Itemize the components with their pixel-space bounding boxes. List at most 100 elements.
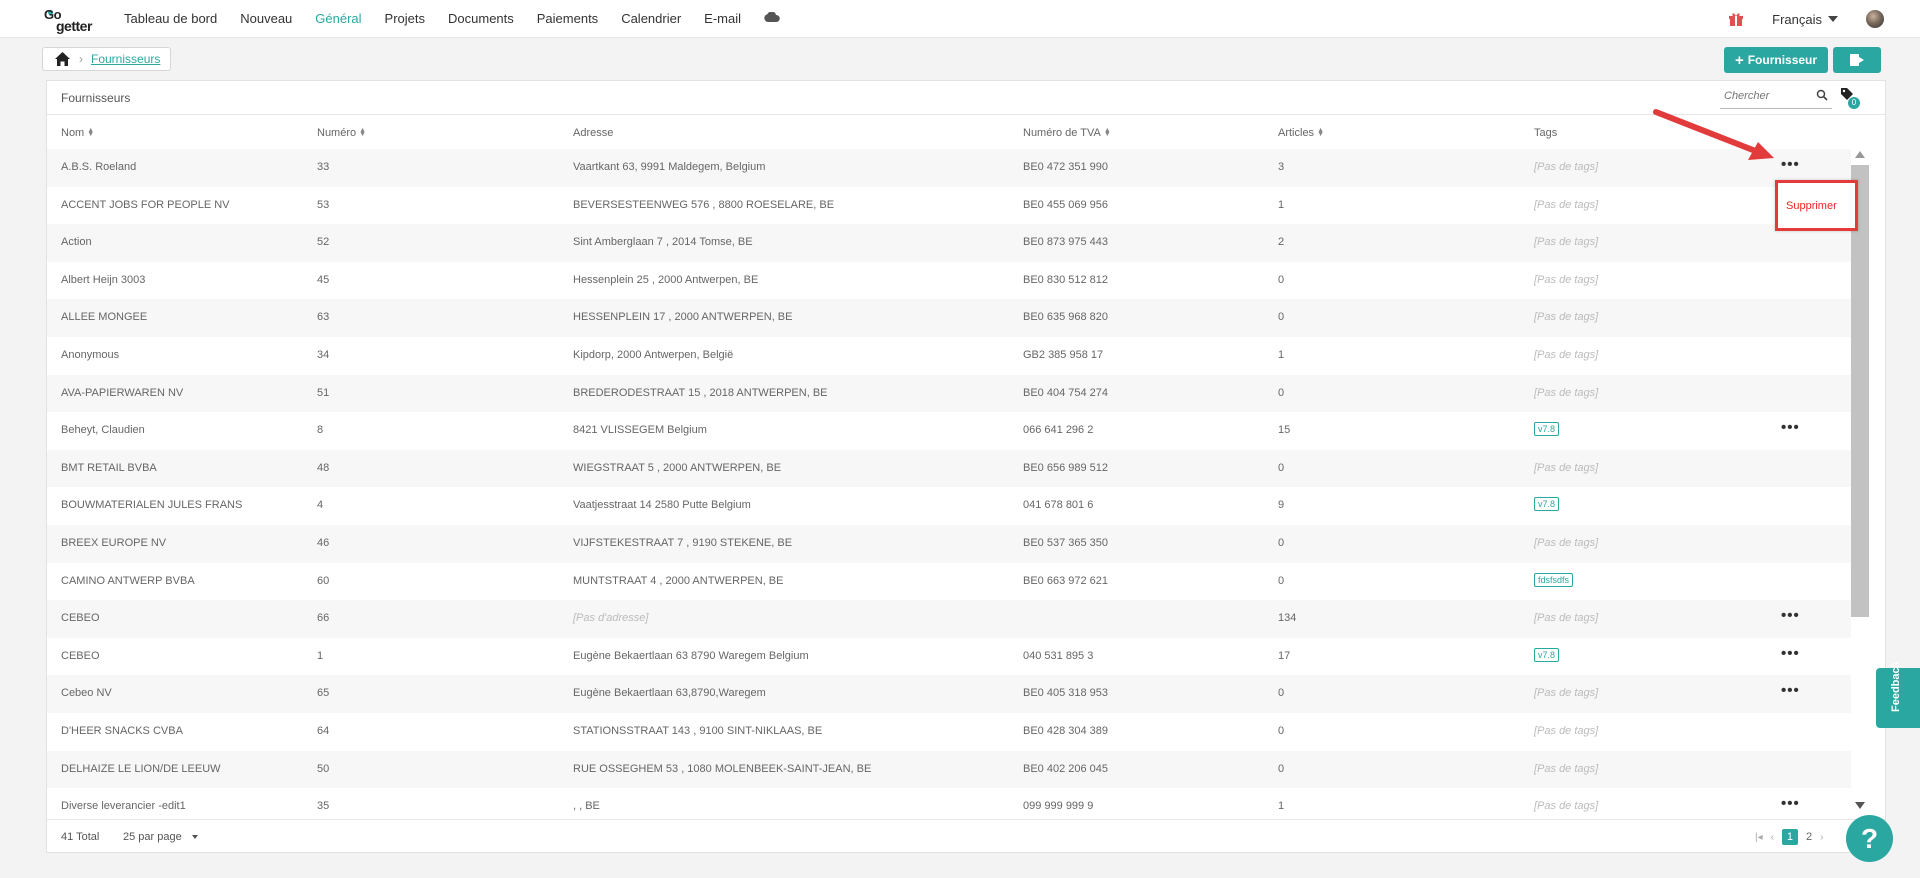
tag-filter[interactable]: 0	[1840, 87, 1860, 109]
cell-nom: Cebeo NV	[61, 687, 112, 700]
tag-badge[interactable]: v7.8	[1534, 497, 1560, 512]
delete-menu-item[interactable]: Supprimer	[1786, 200, 1837, 212]
home-icon[interactable]	[55, 52, 70, 66]
table-row[interactable]: ALLEE MONGEE 63 HESSENPLEIN 17 , 2000 ANTW…	[47, 299, 1851, 337]
nav-dashboard[interactable]: Tableau de bord	[124, 0, 217, 38]
cell-articles: 0	[1278, 386, 1285, 399]
cell-tags: [Pas de tags]	[1534, 612, 1599, 625]
scroll-thumb[interactable]	[1851, 165, 1869, 617]
cell-nom: Albert Heijn 3003	[61, 273, 146, 286]
cell-nom: ALLEE MONGEE	[61, 311, 148, 324]
scroll-up-icon[interactable]	[1855, 151, 1865, 158]
cloud-icon[interactable]	[764, 11, 780, 22]
cell-adresse: VIJFSTEKESTRAAT 7 , 9190 STEKENE, BE	[573, 537, 793, 549]
cell-nom: Anonymous	[61, 349, 120, 361]
cell-tva: 099 999 999 9	[1023, 800, 1094, 813]
search-icon[interactable]	[1816, 89, 1828, 101]
export-button[interactable]	[1833, 47, 1881, 73]
column-label: Articles	[1278, 127, 1315, 139]
total-count: 41 Total	[61, 831, 100, 843]
nav-new[interactable]: Nouveau	[240, 0, 292, 38]
gogetter-logo[interactable]: Go getter	[44, 6, 102, 34]
cell-tva: 040 531 895 3	[1023, 649, 1094, 662]
cell-numero: 46	[317, 537, 330, 549]
cell-articles: 0	[1278, 687, 1285, 700]
table-row[interactable]: CEBEO 66 [Pas d'adresse] 134 [Pas de tags] ••…	[47, 600, 1851, 638]
column-nom[interactable]: Nom ▲ ▼	[61, 127, 94, 139]
first-page-icon[interactable]: |◂	[1755, 832, 1763, 843]
tag-badge[interactable]: v7.8	[1534, 422, 1560, 437]
sort-icon: ▲ ▼	[1103, 127, 1111, 139]
more-options-icon[interactable]: •••	[1781, 420, 1800, 435]
table-row[interactable]: A.B.S. Roeland 33 Vaartkant 63, 9991 Malde…	[47, 149, 1851, 187]
table-row[interactable]: Cebeo NV 65 Eugène Bekaertlaan 63,8790,War…	[47, 675, 1851, 713]
cell-numero: 52	[317, 236, 330, 249]
prev-page-icon[interactable]: ‹	[1771, 832, 1774, 843]
nav-projects[interactable]: Projets	[385, 0, 425, 38]
more-options-icon[interactable]: •••	[1781, 646, 1800, 661]
tag-badge[interactable]: fdsfsdfs	[1534, 572, 1574, 587]
nav-calendar[interactable]: Calendrier	[621, 0, 681, 38]
scroll-down-icon[interactable]	[1855, 802, 1865, 809]
table-row[interactable]: Beheyt, Claudien 8 8421 VLISSEGEM Belgium 0…	[47, 412, 1851, 450]
table-row[interactable]: Albert Heijn 3003 45 Hessenplein 25 , 2000…	[47, 262, 1851, 300]
cell-nom: ACCENT JOBS FOR PEOPLE NV	[61, 198, 230, 211]
table-row[interactable]: Diverse leverancier -edit1 35 , , BE 099 99…	[47, 788, 1851, 817]
table-row[interactable]: ACCENT JOBS FOR PEOPLE NV 53 BEVERSESTEENW…	[47, 187, 1851, 225]
table-row[interactable]: BOUWMATERIALEN JULES FRANS 4 Vaatjesstraat…	[47, 487, 1851, 525]
table-row[interactable]: BREEX EUROPE NV 46 VIJFSTEKESTRAAT 7 , 919…	[47, 525, 1851, 563]
suppliers-panel: Fournisseurs 0 Nom▲▼ Numéro▲▼ Adresse Nu…	[46, 80, 1886, 853]
nav-email[interactable]: E-mail	[704, 0, 741, 38]
cell-tva: BE0 428 304 389	[1023, 725, 1109, 737]
cell-nom: CEBEO	[61, 649, 100, 662]
tag-count-badge: 0	[1848, 97, 1860, 109]
add-supplier-button[interactable]: + Fournisseur	[1724, 47, 1828, 73]
per-page-select[interactable]: 25 par page	[123, 831, 198, 843]
cell-tags: [Pas de tags]	[1534, 349, 1599, 361]
column-label: Numéro	[317, 127, 357, 139]
table-row[interactable]: D'HEER SNACKS CVBA 64 STATIONSSTRAAT 143 ,…	[47, 713, 1851, 751]
next-page-icon[interactable]: ›	[1820, 832, 1823, 843]
table-row[interactable]: BMT RETAIL BVBA 48 WIEGSTRAAT 5 , 2000 ANT…	[47, 449, 1851, 488]
page-2[interactable]: 2	[1806, 831, 1812, 843]
cell-tags: [Pas de tags]	[1534, 461, 1599, 474]
cell-nom: CEBEO	[61, 612, 100, 625]
feedback-tab[interactable]: Feedback	[1876, 661, 1920, 728]
vertical-scrollbar[interactable]	[1851, 149, 1869, 817]
more-options-icon[interactable]: •••	[1781, 608, 1800, 623]
cell-articles: 1	[1278, 198, 1285, 211]
breadcrumb-fournisseurs[interactable]: Fournisseurs	[91, 52, 160, 66]
cell-articles: 0	[1278, 574, 1285, 587]
more-options-icon[interactable]: •••	[1781, 683, 1800, 698]
column-numero[interactable]: Numéro ▲ ▼	[317, 127, 366, 139]
table-row[interactable]: AVA-PAPIERWAREN NV 51 BREDERODESTRAAT 15 ,…	[47, 374, 1851, 413]
nav-general[interactable]: Général	[315, 0, 361, 38]
avatar[interactable]	[1866, 10, 1884, 28]
more-options-icon[interactable]: •••	[1781, 796, 1800, 811]
page-1[interactable]: 1	[1781, 829, 1798, 845]
tag-badge[interactable]: v7.8	[1534, 647, 1560, 662]
nav-payments[interactable]: Paiements	[537, 0, 598, 38]
cell-nom: BMT RETAIL BVBA	[61, 461, 157, 474]
column-tva[interactable]: Numéro de TVA ▲ ▼	[1023, 127, 1111, 139]
help-button[interactable]: ?	[1846, 815, 1893, 862]
cell-adresse: MUNTSTRAAT 4 , 2000 ANTWERPEN, BE	[573, 574, 784, 587]
table-row[interactable]: Action 52 Sint Amberglaan 7 , 2014 Tomse, …	[47, 224, 1851, 262]
cell-tags: [Pas de tags]	[1534, 273, 1599, 286]
cell-articles: 0	[1278, 311, 1285, 324]
table-row[interactable]: CEBEO 1 Eugène Bekaertlaan 63 8790 Waregem…	[47, 638, 1851, 676]
nav-documents[interactable]: Documents	[448, 0, 514, 38]
cell-tags: [Pas de tags]	[1534, 800, 1599, 813]
gift-icon[interactable]	[1728, 12, 1744, 26]
cell-tva: BE0 663 972 621	[1023, 574, 1109, 587]
table-header: Nom ▲ ▼ Numéro ▲ ▼ Adresse Numéro de TVA ▲ ▼ A…	[47, 115, 1851, 149]
cell-numero: 65	[317, 687, 330, 700]
table-row[interactable]: CAMINO ANTWERP BVBA 60 MUNTSTRAAT 4 , 2000…	[47, 563, 1851, 601]
table-row[interactable]: Anonymous 34 Kipdorp, 2000 Antwerpen, Belg…	[47, 337, 1851, 375]
cell-tva: BE0 404 754 274	[1023, 386, 1109, 399]
table-row[interactable]: DELHAIZE LE LION/DE LEEUW 50 RUE OSSEGHEM …	[47, 750, 1851, 789]
cell-adresse: Eugène Bekaertlaan 63,8790,Waregem	[573, 687, 766, 700]
annotation-arrow	[1653, 109, 1774, 160]
language-selector[interactable]: Français	[1772, 12, 1838, 27]
column-articles[interactable]: Articles ▲ ▼	[1278, 127, 1324, 139]
